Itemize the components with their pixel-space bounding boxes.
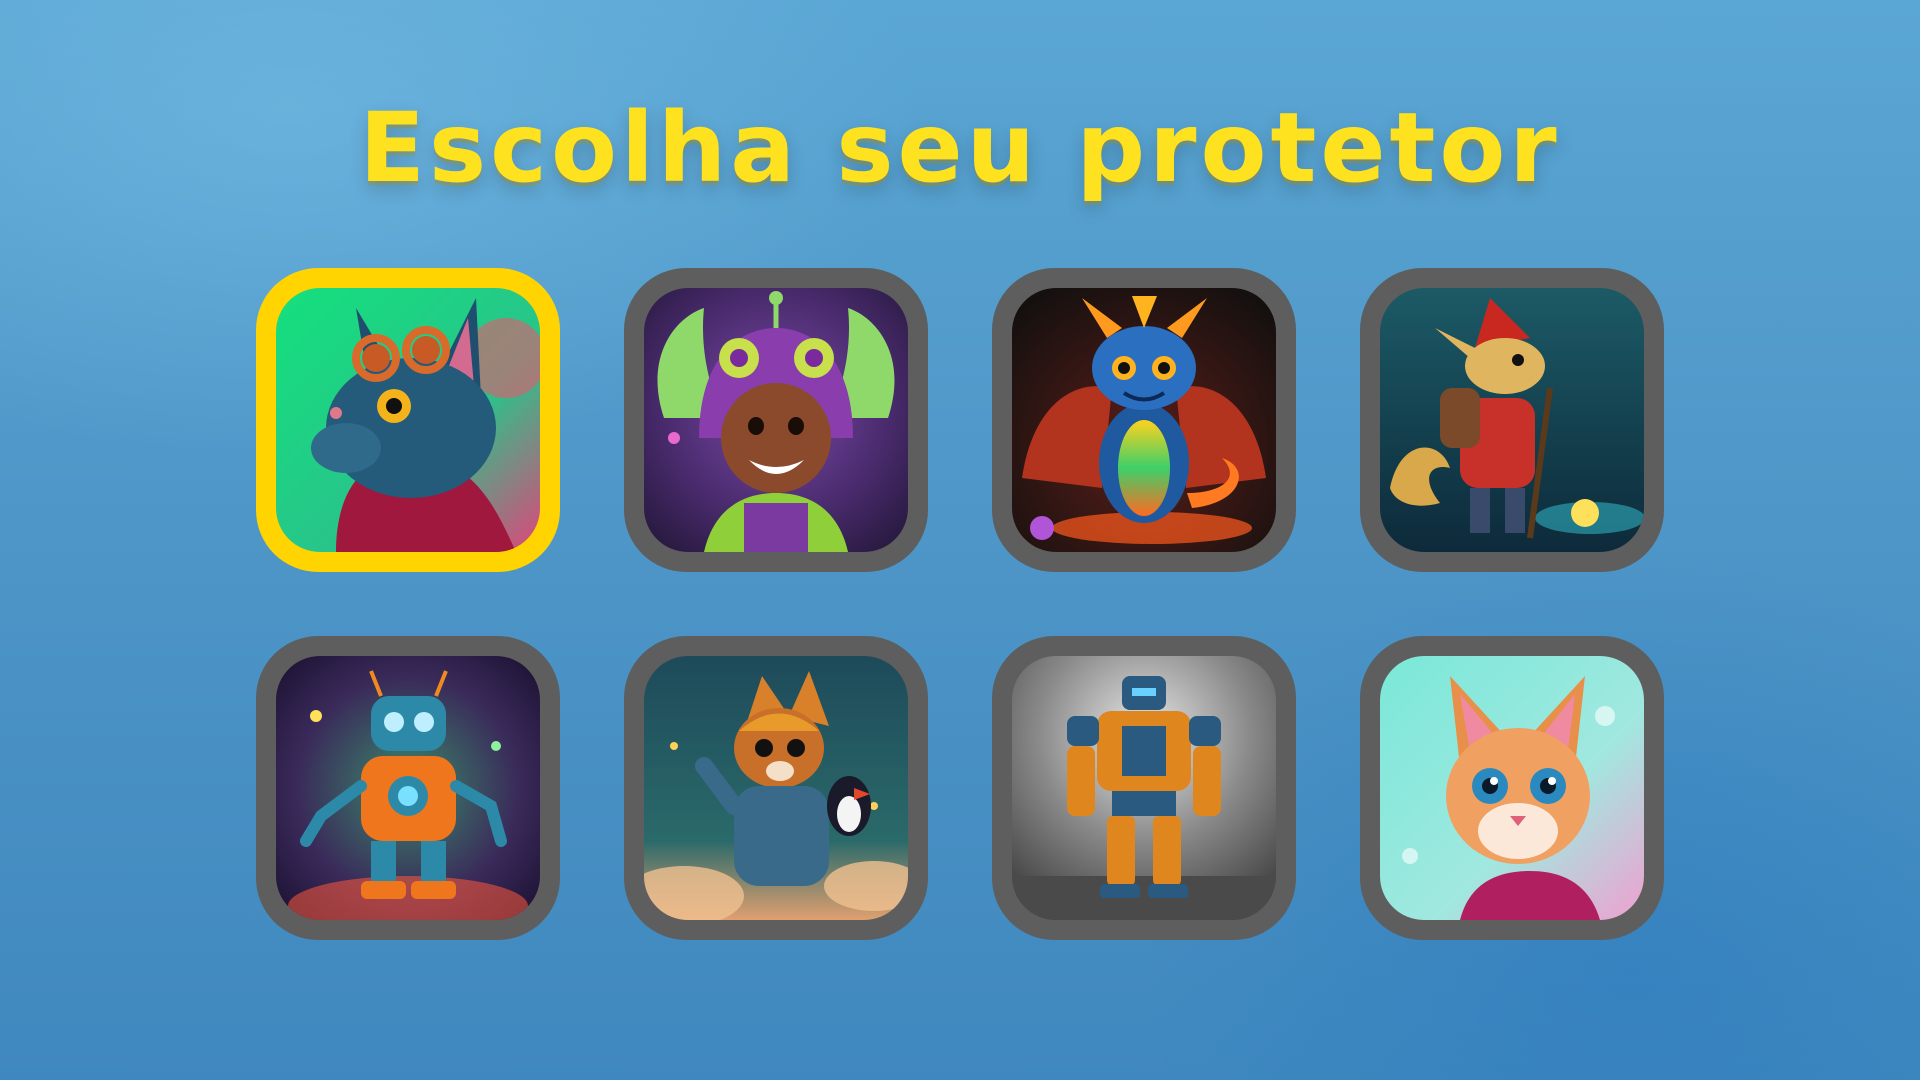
character-card-mech-robot[interactable]	[992, 636, 1296, 940]
fox-with-penguin-icon	[644, 656, 908, 920]
blue-cat-icon	[276, 288, 540, 552]
alien-kid-icon	[644, 288, 908, 552]
retro-robot-icon	[276, 656, 540, 920]
character-card-retro-robot[interactable]	[256, 636, 560, 940]
character-card-alien-kid[interactable]	[624, 268, 928, 572]
character-card-orange-kitten[interactable]	[1360, 636, 1664, 940]
character-card-blue-cat[interactable]	[256, 268, 560, 572]
character-card-dragon[interactable]	[992, 268, 1296, 572]
baby-dragon-icon	[1012, 288, 1276, 552]
mech-robot-icon	[1012, 656, 1276, 920]
orange-kitten-icon	[1380, 656, 1644, 920]
page-title: Escolha seu protetor	[359, 92, 1561, 204]
fox-explorer-icon	[1380, 288, 1644, 552]
character-grid	[256, 268, 1664, 940]
character-card-fox-explorer[interactable]	[1360, 268, 1664, 572]
character-card-fox-penguin[interactable]	[624, 636, 928, 940]
